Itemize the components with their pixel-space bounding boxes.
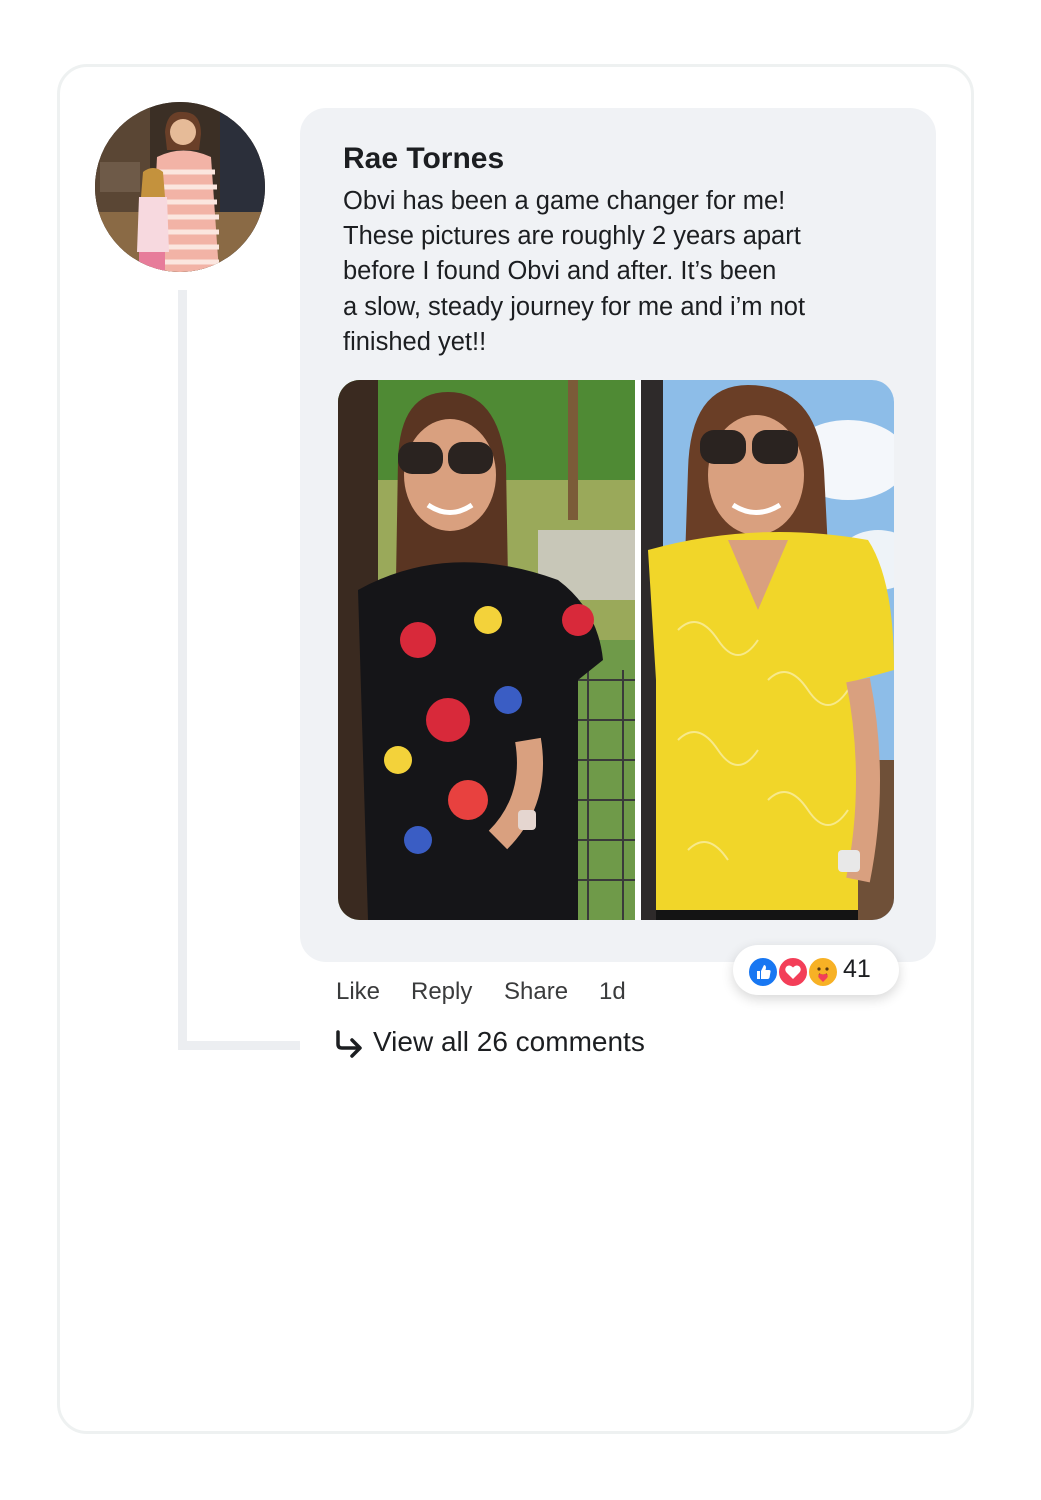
comment-line: Obvi has been a game changer for me! (343, 187, 786, 215)
love-icon (777, 956, 809, 988)
comment-line: finished yet!! (343, 327, 487, 356)
care-icon (807, 956, 839, 988)
author-avatar[interactable] (95, 102, 265, 272)
photo-illustration (338, 380, 894, 920)
thread-connector-line (178, 290, 300, 1050)
author-name[interactable]: Rae Tornes (343, 142, 504, 176)
like-link[interactable]: Like (336, 978, 380, 1006)
reply-link[interactable]: Reply (411, 978, 472, 1006)
before-photo (338, 380, 635, 920)
reactions-summary[interactable]: 41 (733, 945, 899, 995)
share-link[interactable]: Share (504, 978, 568, 1006)
avatar-photo (95, 102, 265, 272)
comment-line: before I found Obvi and after. It’s been (343, 257, 777, 286)
comment-line: These pictures are roughly 2 years apart (343, 222, 801, 251)
comment-text: Obvi has been a game changer for me! The… (343, 184, 903, 360)
like-icon (747, 956, 779, 988)
comment-line: a slow, steady journey for me and i’m no… (343, 292, 806, 321)
timestamp[interactable]: 1d (599, 978, 626, 1006)
reply-arrow-icon (336, 1030, 362, 1058)
view-all-comments-label: View all 26 comments (373, 1026, 645, 1057)
before-after-photo[interactable] (338, 380, 894, 920)
after-photo (641, 380, 894, 920)
reaction-count: 41 (843, 955, 871, 983)
